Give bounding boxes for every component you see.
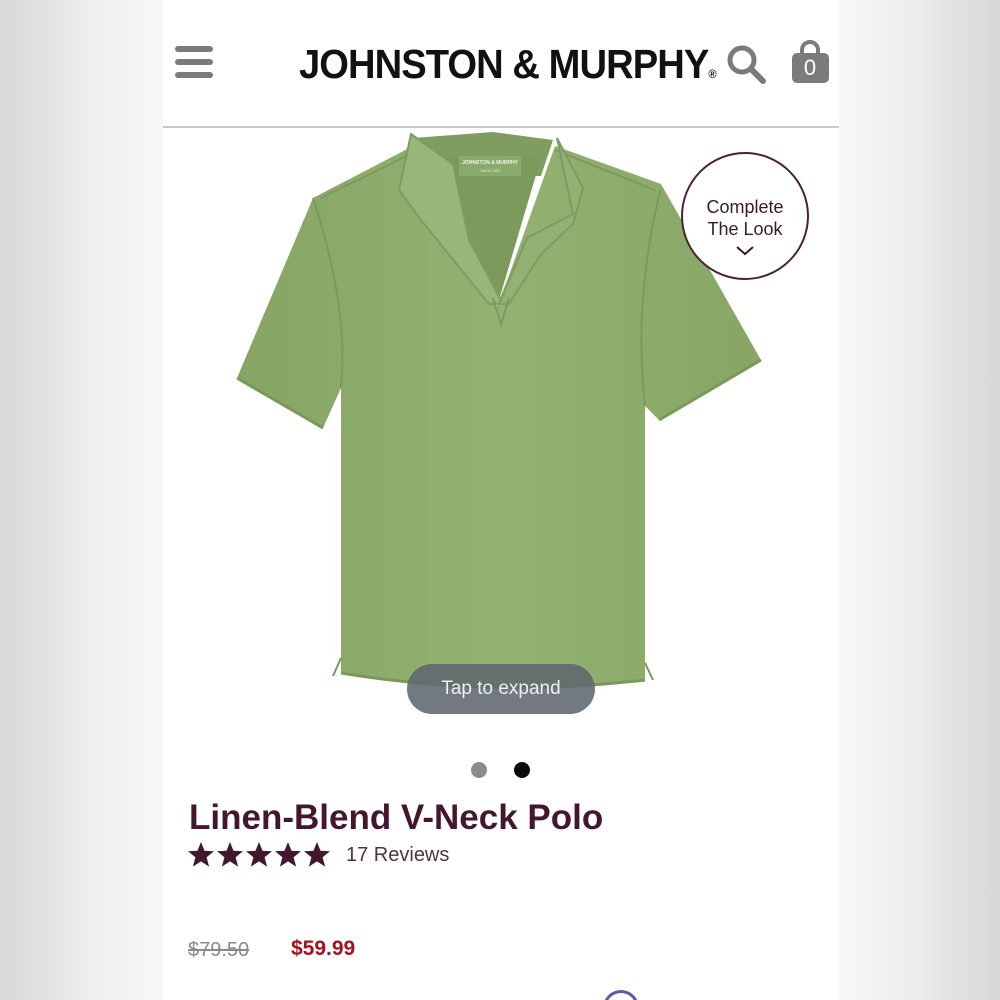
carousel-dot-2-active[interactable] xyxy=(514,762,530,778)
registered-mark: ® xyxy=(708,67,716,81)
hamburger-menu-icon[interactable] xyxy=(175,44,213,80)
brand-name: JOHNSTON & MURPHY xyxy=(299,41,709,87)
site-header: JOHNSTON & MURPHY® 0 xyxy=(163,0,839,128)
chevron-down-icon xyxy=(736,246,754,256)
tap-to-expand-pill[interactable]: Tap to expand xyxy=(407,664,595,714)
star-rating[interactable] xyxy=(187,840,332,870)
svg-text:SINCE 1850: SINCE 1850 xyxy=(480,169,500,173)
brand-logo[interactable]: JOHNSTON & MURPHY® xyxy=(299,38,717,90)
bag-count: 0 xyxy=(803,55,817,80)
shopping-bag-button[interactable]: 0 xyxy=(791,40,831,84)
star-icon xyxy=(217,842,243,867)
star-icon xyxy=(246,842,272,867)
star-icon xyxy=(275,842,301,867)
sale-price: $59.99 xyxy=(291,937,356,960)
star-icon xyxy=(188,842,214,867)
reviews-link[interactable]: 17 Reviews xyxy=(346,842,449,868)
complete-the-look-label: Complete The Look xyxy=(706,197,784,239)
carousel-dot-1[interactable] xyxy=(471,762,487,778)
partial-icon xyxy=(603,990,639,1000)
original-price: $79.50 xyxy=(188,939,250,961)
product-title: Linen-Blend V-Neck Polo xyxy=(189,798,604,837)
star-icon xyxy=(304,842,330,867)
svg-text:JOHNSTON & MURPHY: JOHNSTON & MURPHY xyxy=(462,160,518,166)
complete-the-look-button[interactable]: Complete The Look xyxy=(681,152,809,280)
product-page: JOHNSTON & MURPHY® 0 JOHNSTON & MURPHY S… xyxy=(163,0,839,1000)
search-icon[interactable] xyxy=(726,44,766,84)
